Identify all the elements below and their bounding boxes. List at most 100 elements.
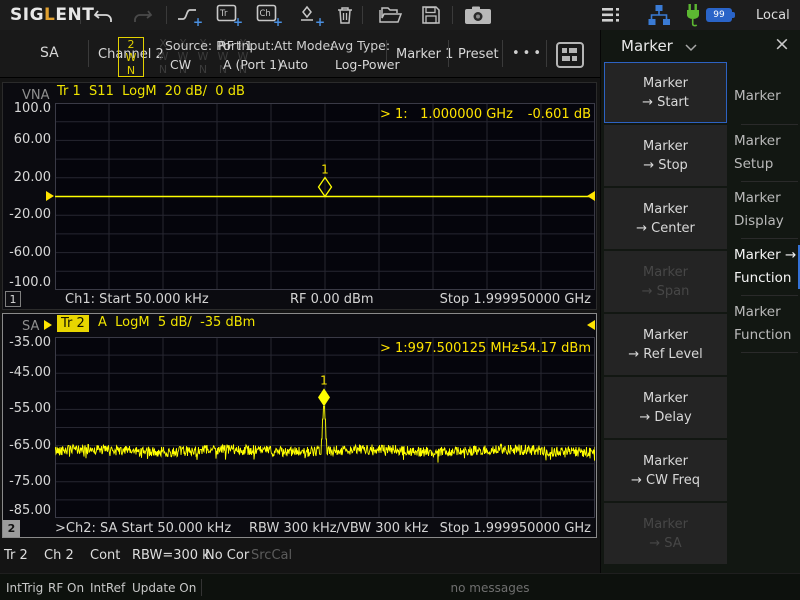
- sa-marker-value: -54.17 dBm: [460, 341, 591, 356]
- sa-window-label: SA: [22, 319, 39, 334]
- chevron-down-icon[interactable]: [685, 44, 697, 52]
- ribbon-divider: [502, 40, 503, 67]
- y-tick-label: -65.00: [6, 438, 51, 453]
- sa-stop-freq: Stop 1.999950000 GHz: [440, 521, 591, 536]
- vna-marker-value: -0.601 dB: [460, 107, 591, 122]
- panel-tab-marker[interactable]: Marker: [734, 68, 800, 124]
- vna-ref-level-marker-right: [587, 191, 595, 201]
- svg-text:+: +: [193, 15, 202, 27]
- toolbar-divider: [166, 6, 167, 24]
- active-channel-stack[interactable]: 2WN: [118, 37, 144, 77]
- local-mode-label[interactable]: Local: [756, 8, 790, 23]
- menu-list-icon[interactable]: [602, 7, 624, 23]
- vna-start-freq: Ch1: Start 50.000 kHz: [65, 292, 209, 307]
- sa-rbw-vbw: RBW 300 kHz/VBW 300 kHz: [249, 521, 428, 536]
- bottom-status-bar: IntTrig RF On IntRef Update On no messages: [0, 573, 800, 600]
- bottom-status-item: Update On: [132, 581, 196, 595]
- toolbar-divider: [452, 6, 453, 24]
- preset-button[interactable]: Preset: [458, 47, 499, 62]
- battery-indicator: 99: [706, 8, 732, 22]
- sa-plot[interactable]: 1: [55, 337, 595, 518]
- vna-ref-level-marker-left: [46, 191, 54, 201]
- add-marker-icon[interactable]: +: [298, 4, 324, 27]
- panel-tab-marker-display[interactable]: Marker Display: [734, 182, 800, 238]
- toolbar-divider: [362, 6, 363, 24]
- y-tick-label: -45.00: [6, 365, 51, 380]
- status-item: RBW=300 k: [132, 548, 210, 563]
- ribbon-divider: [88, 40, 89, 67]
- vna-trace-header[interactable]: Tr 1 S11 LogM 20 dB/ 0 dB: [57, 84, 245, 99]
- y-tick-label: 20.00: [6, 170, 51, 185]
- message-area: no messages: [451, 581, 530, 595]
- open-file-icon[interactable]: [378, 4, 404, 26]
- ribbon-field-label: RF Input:: [218, 38, 274, 53]
- svg-text:Ch: Ch: [260, 9, 271, 19]
- y-tick-label: 100.0: [6, 101, 51, 116]
- sa-trace-header[interactable]: A LogM 5 dB/ -35 dBm: [98, 315, 255, 330]
- sa-mode-button[interactable]: SA: [40, 45, 59, 61]
- marker-menu-panel: Marker × Marker→ StartMarker→ StopMarker…: [600, 30, 800, 573]
- marker-to-stop-button[interactable]: Marker→ Stop: [604, 125, 727, 186]
- vna-plot[interactable]: 1: [55, 103, 595, 290]
- svg-text:1: 1: [321, 163, 329, 177]
- marker-to-ref-level-button[interactable]: Marker→ Ref Level: [604, 314, 727, 375]
- add-trace-icon[interactable]: +: [176, 4, 202, 27]
- ribbon-field-value[interactable]: Log-Power: [335, 57, 400, 72]
- bottom-bar-divider: [201, 579, 202, 596]
- panel-close-button[interactable]: ×: [771, 33, 793, 55]
- ribbon-divider: [546, 40, 547, 67]
- bottom-status-item: IntTrig: [6, 581, 43, 595]
- ribbon-field-value[interactable]: CW: [170, 57, 191, 72]
- panel-title[interactable]: Marker: [621, 37, 673, 55]
- sa-start-freq: >Ch2: SA Start 50.000 kHz: [55, 521, 231, 536]
- status-item: Tr 2: [4, 548, 28, 563]
- status-item: SrcCal: [251, 548, 292, 563]
- window-layout-button[interactable]: [556, 42, 584, 68]
- panel-tab-marker-function[interactable]: Marker → Function: [734, 239, 800, 295]
- y-tick-label: 60.00: [6, 132, 51, 147]
- ribbon-bar: SA Channel 2 XWNXWNXWNXWNXWN 2WN Source:…: [0, 30, 600, 78]
- y-tick-label: -55.00: [6, 401, 51, 416]
- vna-rf-power: RF 0.00 dBm: [290, 292, 374, 307]
- marker-button[interactable]: Marker 1: [396, 47, 453, 62]
- y-tick-label: -20.00: [6, 207, 51, 222]
- marker-to-center-button[interactable]: Marker→ Center: [604, 188, 727, 249]
- save-file-icon[interactable]: [420, 4, 442, 26]
- add-trace-window-icon[interactable]: Tr +: [216, 4, 242, 27]
- panel-tab-marker-function[interactable]: Marker Function: [734, 296, 800, 352]
- screenshot-camera-icon[interactable]: [464, 5, 492, 25]
- ribbon-field-label: Att Mode:: [274, 38, 334, 53]
- ribbon-field-label: Avg Type:: [330, 38, 390, 53]
- network-lan-icon[interactable]: [648, 4, 670, 26]
- siglent-logo: SIGLENT: [10, 5, 94, 25]
- svg-text:Tr: Tr: [219, 9, 228, 19]
- ribbon-field-value[interactable]: Auto: [279, 57, 308, 72]
- sa-trace-badge[interactable]: Tr 2: [57, 315, 89, 332]
- redo-icon[interactable]: [130, 4, 154, 26]
- delete-trash-icon[interactable]: [334, 4, 356, 26]
- marker-to-span-button: Marker→ Span: [604, 251, 727, 312]
- y-tick-label: -100.0: [6, 275, 51, 290]
- ribbon-field-value[interactable]: A (Port 1): [223, 57, 282, 72]
- y-tick-label: -60.00: [6, 245, 51, 260]
- marker-to-delay-button[interactable]: Marker→ Delay: [604, 377, 727, 438]
- panel-tab-marker-setup[interactable]: Marker Setup: [734, 125, 800, 181]
- undo-icon[interactable]: [92, 4, 116, 26]
- marker-to-cw-freq-button[interactable]: Marker→ CW Freq: [604, 440, 727, 501]
- sa-channel-badge[interactable]: 2: [3, 520, 20, 537]
- status-item: Cont: [90, 548, 120, 563]
- more-options-button[interactable]: •••: [512, 46, 544, 61]
- svg-text:1: 1: [320, 373, 328, 387]
- top-toolbar: SIGLENT + Tr + Ch + +: [0, 0, 800, 30]
- power-plug-icon[interactable]: [684, 3, 702, 27]
- add-channel-window-icon[interactable]: Ch +: [256, 4, 282, 27]
- status-item: Ch 2: [44, 548, 74, 563]
- vna-channel-badge[interactable]: 1: [5, 291, 21, 307]
- marker-to-start-button[interactable]: Marker→ Start: [604, 62, 727, 123]
- svg-text:+: +: [273, 15, 282, 27]
- ribbon-divider: [448, 40, 449, 67]
- instrument-screen: SIGLENT + Tr + Ch + +: [0, 0, 800, 600]
- sa-ref-level-marker-right: [587, 320, 595, 330]
- bottom-status-item: RF On: [48, 581, 84, 595]
- bottom-status-item: IntRef: [90, 581, 125, 595]
